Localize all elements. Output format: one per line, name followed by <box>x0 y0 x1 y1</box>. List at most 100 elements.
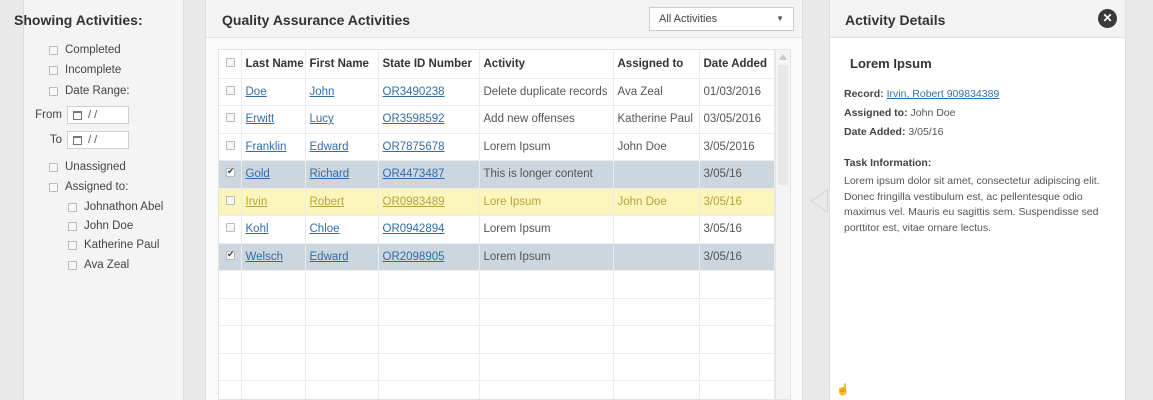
scroll-up-arrow-icon[interactable] <box>779 54 787 60</box>
filter-completed[interactable]: Completed <box>49 44 121 56</box>
row-checkbox[interactable] <box>226 195 235 205</box>
column-header-first-name[interactable]: First Name <box>305 50 379 79</box>
empty-cell <box>241 270 306 299</box>
last-name-link[interactable]: Kohl <box>246 223 269 235</box>
state-id-cell: OR3598592 <box>378 105 480 134</box>
table-row[interactable]: Gold Richard OR4473487 This is longer conte… <box>219 160 775 189</box>
details-date-value: 3/05/16 <box>908 126 944 138</box>
assigned-to-cell <box>613 215 700 244</box>
details-record-row: Record: Irvin, Robert 909834389 <box>844 88 999 100</box>
close-icon[interactable]: ✕ <box>1098 9 1117 28</box>
activity-filter-select[interactable]: All Activities ▼ <box>649 7 794 31</box>
first-name-link[interactable]: Edward <box>310 141 349 153</box>
scrollbar-thumb[interactable] <box>778 65 788 185</box>
activity-cell: This is longer content <box>479 160 614 189</box>
completed-checkbox[interactable] <box>49 45 58 55</box>
first-name-link[interactable]: Edward <box>310 251 349 263</box>
assigned-to-cell: John Doe <box>617 195 667 208</box>
column-header-date-added[interactable]: Date Added <box>699 50 775 79</box>
assignee-checkbox[interactable] <box>68 260 77 270</box>
assignee-label: John Doe <box>84 220 134 232</box>
first-name-cell: Richard <box>305 160 379 189</box>
state-id-link[interactable]: OR3490238 <box>383 86 445 98</box>
table-row[interactable]: Welsch Edward OR2098905 Lorem Ipsum 3/05/16 <box>219 243 775 271</box>
last-name-link[interactable]: Irvin <box>246 196 268 208</box>
column-header-last-name[interactable]: Last Name <box>241 50 306 79</box>
assignee-item[interactable]: Johnathon Abel <box>68 201 163 213</box>
calendar-icon <box>73 110 82 120</box>
empty-cell <box>479 325 614 354</box>
select-all-checkbox[interactable] <box>226 57 235 67</box>
row-checkbox[interactable] <box>226 85 235 95</box>
last-name-link[interactable]: Welsch <box>246 251 284 263</box>
assigned-to-cell: John Doe <box>613 188 700 216</box>
assignee-checkbox[interactable] <box>68 202 77 212</box>
date-added-cell: 03/05/2016 <box>703 113 762 126</box>
filter-incomplete[interactable]: Incomplete <box>49 64 121 76</box>
table-row[interactable]: Franklin Edward OR7875678 Lorem Ipsum John D… <box>219 133 775 161</box>
row-checkbox[interactable] <box>226 113 235 123</box>
first-name-link[interactable]: Richard <box>310 168 350 180</box>
empty-cell <box>241 353 306 381</box>
unassigned-checkbox[interactable] <box>49 162 58 172</box>
last-name-cell: Welsch <box>241 243 306 271</box>
state-id-link[interactable]: OR0983489 <box>383 196 445 208</box>
activity-cell: Add new offenses <box>479 105 614 134</box>
row-checkbox[interactable] <box>226 223 235 233</box>
last-name-link[interactable]: Doe <box>246 86 267 98</box>
assignee-item[interactable]: John Doe <box>68 220 133 232</box>
last-name-link[interactable]: Franklin <box>246 141 287 153</box>
first-name-link[interactable]: Robert <box>310 196 345 208</box>
empty-cell <box>219 380 242 399</box>
date-to-input[interactable]: / / <box>67 131 129 149</box>
filter-assigned-to[interactable]: Assigned to: <box>49 181 128 193</box>
table-scrollbar[interactable] <box>775 50 790 399</box>
column-header-state-id[interactable]: State ID Number <box>378 50 480 79</box>
assignee-item[interactable]: Ava Zeal <box>68 259 129 271</box>
empty-cell <box>699 380 775 399</box>
filter-unassigned[interactable]: Unassigned <box>49 161 126 173</box>
table-row[interactable]: Doe John OR3490238 Delete duplicate records… <box>219 78 775 106</box>
row-checkbox[interactable] <box>226 140 235 150</box>
assignee-item[interactable]: Katherine Paul <box>68 239 159 251</box>
table-row[interactable]: Kohl Chloe OR0942894 Lorem Ipsum 3/05/16 <box>219 215 775 244</box>
empty-cell <box>378 270 480 299</box>
assignee-checkbox[interactable] <box>68 240 77 250</box>
column-header-assigned-to[interactable]: Assigned to <box>613 50 700 79</box>
activity-cell: Lore Ipsum <box>479 188 614 216</box>
last-name-link[interactable]: Erwitt <box>246 113 275 125</box>
last-name-cell: Erwitt <box>241 105 306 134</box>
state-id-link[interactable]: OR2098905 <box>383 251 445 263</box>
filter-date-range[interactable]: Date Range: <box>49 85 130 97</box>
qa-panel: Quality Assurance Activities All Activit… <box>205 0 803 400</box>
assigned-to-checkbox[interactable] <box>49 182 58 192</box>
date-from-label: From <box>35 109 62 121</box>
empty-cell <box>378 380 480 399</box>
assigned-to-cell: Katherine Paul <box>617 113 693 126</box>
incomplete-checkbox[interactable] <box>49 65 58 75</box>
last-name-link[interactable]: Gold <box>246 168 270 180</box>
state-id-cell: OR2098905 <box>378 243 480 271</box>
state-id-link[interactable]: OR7875678 <box>383 141 445 153</box>
row-checkbox[interactable] <box>226 166 235 178</box>
state-id-link[interactable]: OR0942894 <box>383 223 445 235</box>
row-checkbox[interactable] <box>226 249 235 260</box>
date-from-input[interactable]: / / <box>67 106 129 124</box>
date-added-cell: 01/03/2016 <box>703 85 762 98</box>
assignee-checkbox[interactable] <box>68 221 77 231</box>
table-row[interactable]: Irvin Robert OR0983489 Lore Ipsum John Doe 3/… <box>219 188 775 216</box>
first-name-link[interactable]: John <box>310 86 335 98</box>
table-row[interactable]: Erwitt Lucy OR3598592 Add new offenses Kathe… <box>219 105 775 134</box>
column-header-activity[interactable]: Activity <box>479 50 614 79</box>
state-id-link[interactable]: OR4473487 <box>383 168 445 180</box>
state-id-link[interactable]: OR3598592 <box>383 113 445 125</box>
date-range-checkbox[interactable] <box>49 86 58 96</box>
row-select-cell <box>219 188 242 216</box>
first-name-link[interactable]: Lucy <box>310 113 334 125</box>
row-select-cell <box>219 78 242 106</box>
details-record-link[interactable]: Irvin, Robert 909834389 <box>887 88 1000 100</box>
date-from-placeholder: / / <box>88 109 98 121</box>
details-assigned-value: John Doe <box>910 107 956 119</box>
row-select-cell <box>219 243 242 271</box>
first-name-link[interactable]: Chloe <box>310 223 340 235</box>
